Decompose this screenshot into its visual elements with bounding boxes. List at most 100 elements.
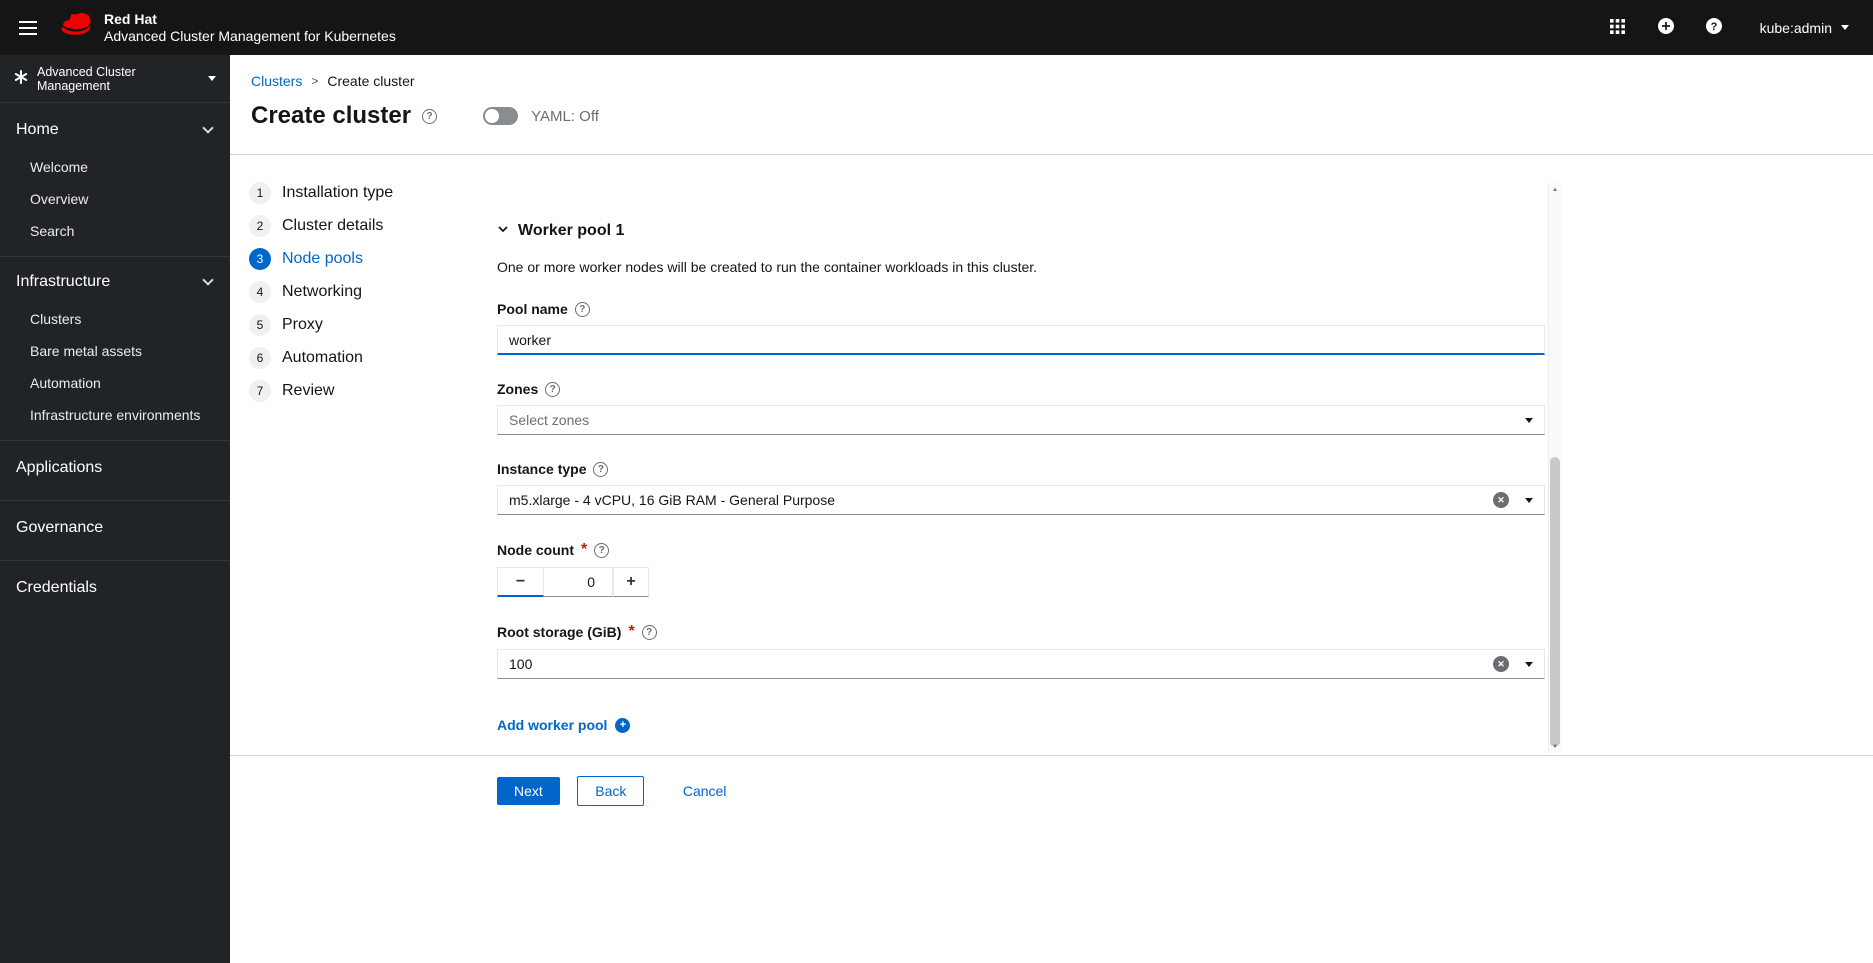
root-storage-value: 100 [509, 656, 533, 672]
chevron-down-icon [497, 222, 509, 240]
wizard-step-automation[interactable]: 6 Automation [249, 347, 445, 369]
zones-select[interactable]: Select zones [497, 405, 1545, 435]
sidebar-item-credentials[interactable]: Credentials [0, 565, 230, 611]
wizard-step-networking[interactable]: 4 Networking [249, 281, 445, 303]
wizard-content: Worker pool 1 One or more worker nodes w… [455, 155, 1561, 755]
step-label: Node pools [282, 250, 363, 267]
sidebar-item-applications[interactable]: Applications [0, 445, 230, 491]
question-circle-icon: ? [1705, 17, 1723, 38]
scroll-down-icon[interactable]: ▼ [1549, 740, 1561, 753]
wizard-footer: Next Back Cancel [230, 755, 1873, 963]
scrollbar-thumb[interactable] [1550, 456, 1560, 748]
node-count-input[interactable] [544, 567, 613, 597]
zones-label: Zones [497, 381, 539, 397]
instance-type-field: Instance type ? m5.xlarge - 4 vCPU, 16 G… [497, 461, 1545, 515]
step-label: Review [282, 382, 335, 399]
wizard-steps-nav: 1 Installation type 2 Cluster details 3 … [230, 155, 455, 755]
breadcrumb-link-clusters[interactable]: Clusters [251, 73, 302, 89]
sidebar-item-infrastructure-environments[interactable]: Infrastructure environments [0, 399, 230, 431]
instance-type-value: m5.xlarge - 4 vCPU, 16 GiB RAM - General… [509, 492, 836, 508]
pool-name-label: Pool name [497, 301, 568, 317]
yaml-toggle-label: YAML: Off [531, 107, 599, 125]
wizard-step-node-pools[interactable]: 3 Node pools [249, 248, 445, 270]
caret-down-icon [208, 76, 216, 81]
node-count-field: Node count * ? − + [497, 541, 1545, 597]
pool-name-help-icon[interactable]: ? [574, 301, 590, 317]
instance-type-label: Instance type [497, 461, 587, 477]
caret-down-icon [1841, 25, 1849, 30]
nav-toggle-button[interactable] [8, 8, 48, 48]
sidebar-item-automation[interactable]: Automation [0, 367, 230, 399]
breadcrumb-separator: > [311, 74, 319, 88]
zones-field: Zones ? Select zones [497, 381, 1545, 435]
app-launcher-button[interactable] [1598, 8, 1638, 48]
worker-pool-section-toggle[interactable]: Worker pool 1 [497, 222, 624, 240]
sidebar-item-bare-metal-assets[interactable]: Bare metal assets [0, 335, 230, 367]
nav-group-infrastructure: Infrastructure Clusters Bare metal asset… [0, 256, 230, 431]
root-storage-select[interactable]: 100 ✕ [497, 649, 1545, 679]
pool-name-field: Pool name ? [497, 301, 1545, 355]
scroll-up-icon[interactable]: ▲ [1549, 183, 1561, 196]
yaml-toggle[interactable] [483, 107, 519, 125]
node-count-help-icon[interactable]: ? [594, 542, 610, 558]
user-name: kube:admin [1759, 19, 1832, 36]
instance-type-clear-icon[interactable]: ✕ [1493, 492, 1509, 508]
plus-circle-icon: + [615, 717, 631, 733]
chevron-down-icon [202, 274, 214, 286]
breadcrumb: Clusters > Create cluster [251, 73, 1873, 89]
nav-group-credentials: Credentials [0, 560, 230, 611]
help-menu-button[interactable]: ? [1694, 8, 1734, 48]
step-number: 5 [249, 314, 271, 336]
brand-subtitle: Advanced Cluster Management for Kubernet… [104, 27, 396, 44]
instance-type-help-icon[interactable]: ? [593, 461, 609, 477]
content-scrollbar[interactable]: ▲ ▼ [1548, 183, 1561, 753]
root-storage-clear-icon[interactable]: ✕ [1493, 656, 1509, 672]
node-count-increment-button[interactable]: + [613, 567, 649, 597]
zones-help-icon[interactable]: ? [545, 381, 561, 397]
worker-pool-title: Worker pool 1 [518, 222, 625, 239]
node-count-decrement-button[interactable]: − [497, 567, 544, 597]
required-indicator: * [581, 541, 588, 558]
back-button[interactable]: Back [577, 776, 645, 806]
step-number: 7 [249, 380, 271, 402]
node-count-stepper: − + [497, 567, 1545, 597]
toggle-knob [485, 109, 500, 123]
wizard-step-installation-type[interactable]: 1 Installation type [249, 182, 445, 204]
svg-text:?: ? [1710, 21, 1717, 33]
grid-icon [1610, 18, 1626, 37]
brand-title: Red Hat [104, 10, 157, 27]
page-header: Clusters > Create cluster Create cluster… [230, 55, 1873, 155]
add-worker-pool-link[interactable]: Add worker pool + [497, 717, 631, 733]
perspective-label: Advanced Cluster Management [37, 64, 136, 93]
sidebar-item-infrastructure[interactable]: Infrastructure [0, 261, 230, 303]
perspective-switcher[interactable]: Advanced Cluster Management [0, 55, 230, 103]
page-title: Create cluster [251, 102, 412, 129]
pool-name-input[interactable] [497, 325, 1545, 355]
wizard-step-review[interactable]: 7 Review [249, 380, 445, 402]
step-number: 4 [249, 281, 271, 303]
sidebar-item-home[interactable]: Home [0, 109, 230, 151]
cancel-button[interactable]: Cancel [675, 777, 735, 805]
sidebar-item-governance[interactable]: Governance [0, 505, 230, 551]
title-help-icon[interactable]: ? [422, 108, 438, 124]
caret-down-icon [1525, 417, 1533, 423]
wizard-step-cluster-details[interactable]: 2 Cluster details [249, 215, 445, 237]
wizard-step-proxy[interactable]: 5 Proxy [249, 314, 445, 336]
step-number: 1 [249, 182, 271, 204]
sidebar-item-clusters[interactable]: Clusters [0, 303, 230, 335]
caret-down-icon [1525, 661, 1533, 667]
step-label: Networking [282, 283, 363, 300]
nav-label: Infrastructure [16, 273, 111, 290]
next-button[interactable]: Next [497, 777, 560, 805]
instance-type-select[interactable]: m5.xlarge - 4 vCPU, 16 GiB RAM - General… [497, 485, 1545, 515]
add-resource-button[interactable] [1646, 8, 1686, 48]
user-menu-button[interactable]: kube:admin [1760, 20, 1849, 36]
nav-group-applications: Applications [0, 440, 230, 491]
sidebar-item-overview[interactable]: Overview [0, 183, 230, 215]
plus-circle-icon [1657, 17, 1675, 38]
node-count-label: Node count [497, 542, 574, 558]
sidebar-item-welcome[interactable]: Welcome [0, 151, 230, 183]
sidebar-item-search[interactable]: Search [0, 215, 230, 247]
root-storage-help-icon[interactable]: ? [641, 624, 657, 640]
nav-label: Home [16, 121, 59, 138]
